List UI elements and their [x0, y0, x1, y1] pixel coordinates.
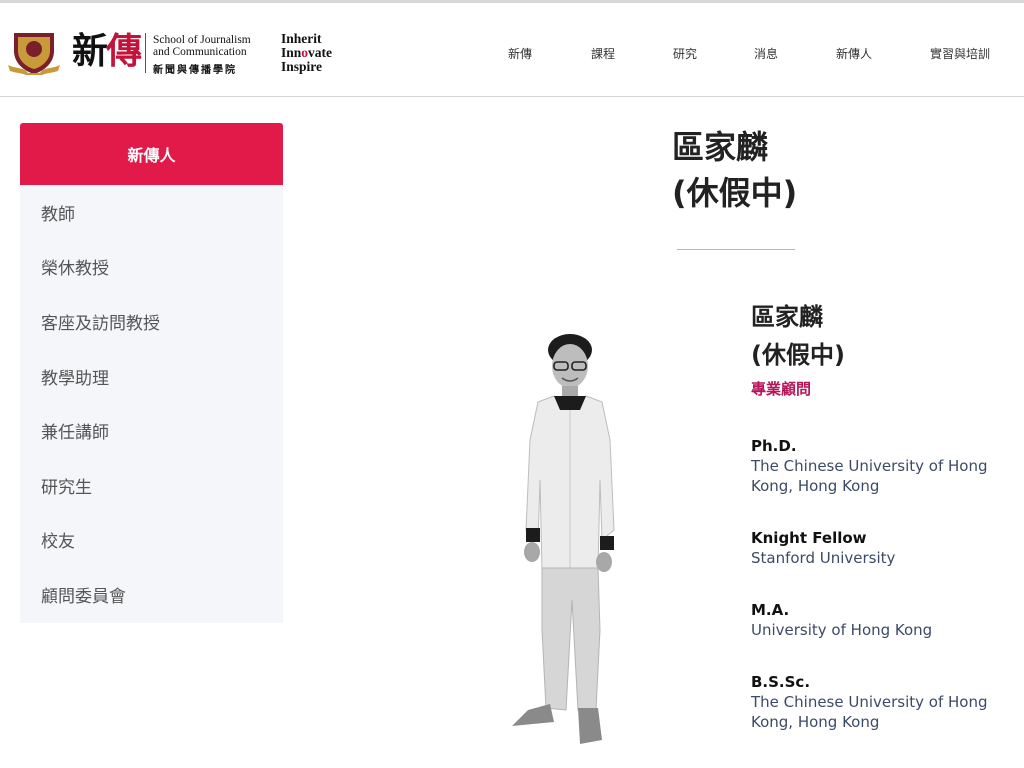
title-divider [677, 249, 795, 250]
motto-line3: Inspire [281, 59, 323, 74]
logo-divider [145, 33, 146, 73]
education-item: Knight Fellow Stanford University [751, 529, 1023, 568]
education-degree: Ph.D. [751, 437, 797, 455]
profile-role: 專業顧問 [751, 380, 812, 398]
motto-line2-post: vate [308, 45, 333, 60]
sidebar-item-active[interactable]: 新傳人 [20, 123, 283, 185]
page-title-line1: 區家麟 [672, 128, 769, 166]
page-title: 區家麟 (休假中) [672, 124, 797, 216]
sidebar-item-advisory[interactable]: 顧問委員會 [20, 567, 283, 622]
education-institution: University of Hong Kong [751, 621, 933, 639]
education-institution: Stanford University [751, 549, 896, 567]
motto-line1: Inherit [281, 31, 322, 46]
education-item: B.S.Sc. The Chinese University of Hong K… [751, 673, 1023, 732]
nav-item-xinchuan[interactable]: 新傳 [508, 45, 532, 62]
motto: Inherit Innovate Inspire [281, 32, 332, 74]
logo-chinese: 新聞與傳播學院 [153, 65, 237, 76]
profile-info: 區家麟 (休假中) 專業顧問 Ph.D. The Chinese Univers… [751, 298, 1023, 732]
education-institution: The Chinese University of Hong Kong, Hon… [751, 457, 988, 495]
profile-name: 區家麟 (休假中) [751, 298, 1023, 374]
sidebar-item-teaching-assistants[interactable]: 教學助理 [20, 349, 283, 404]
sidebar-item-emeritus[interactable]: 榮休教授 [20, 240, 283, 295]
profile-photo [512, 334, 615, 744]
logo-accent-char: 傳 [106, 30, 142, 72]
profile-name-line1: 區家麟 [751, 303, 823, 331]
logo-english-line1: School of Journalism [153, 34, 251, 46]
nav-item-people[interactable]: 新傳人 [836, 45, 872, 62]
motto-line2: Innovate [281, 46, 332, 60]
nav-item-courses[interactable]: 課程 [591, 45, 615, 62]
logo-english: School of Journalism and Communication [153, 34, 251, 58]
education-degree: M.A. [751, 601, 790, 619]
education-list: Ph.D. The Chinese University of Hong Kon… [751, 437, 1023, 732]
nav-item-internship[interactable]: 實習與培訓 [930, 45, 990, 62]
university-crest-icon[interactable] [8, 29, 60, 75]
education-degree: B.S.Sc. [751, 673, 811, 691]
sidebar-item-alumni[interactable]: 校友 [20, 513, 283, 568]
sidebar-item-adjunct[interactable]: 兼任講師 [20, 403, 283, 458]
education-item: Ph.D. The Chinese University of Hong Kon… [751, 437, 1023, 496]
nav-item-news[interactable]: 消息 [754, 45, 778, 62]
sidebar-item-visiting[interactable]: 客座及訪問教授 [20, 294, 283, 349]
logo-english-line2: and Communication [153, 46, 247, 58]
education-item: M.A. University of Hong Kong [751, 601, 1023, 640]
logo-main-char: 新 [72, 30, 108, 72]
page-title-line2: (休假中) [672, 174, 798, 212]
sidebar: 新傳人 教師 榮休教授 客座及訪問教授 教學助理 兼任講師 研究生 校友 顧問委… [20, 123, 283, 623]
education-degree: Knight Fellow [751, 529, 867, 547]
education-institution: The Chinese University of Hong Kong, Hon… [751, 693, 988, 731]
sidebar-item-postgraduates[interactable]: 研究生 [20, 458, 283, 513]
site-header: 新傳 School of Journalism and Communicatio… [0, 0, 1024, 97]
profile-name-line2: (休假中) [751, 341, 845, 369]
motto-line2-pre: Inn [281, 45, 302, 60]
sidebar-item-faculty[interactable]: 教師 [20, 185, 283, 240]
school-logo[interactable]: 新傳 [72, 29, 142, 73]
nav-item-research[interactable]: 研究 [673, 45, 697, 62]
